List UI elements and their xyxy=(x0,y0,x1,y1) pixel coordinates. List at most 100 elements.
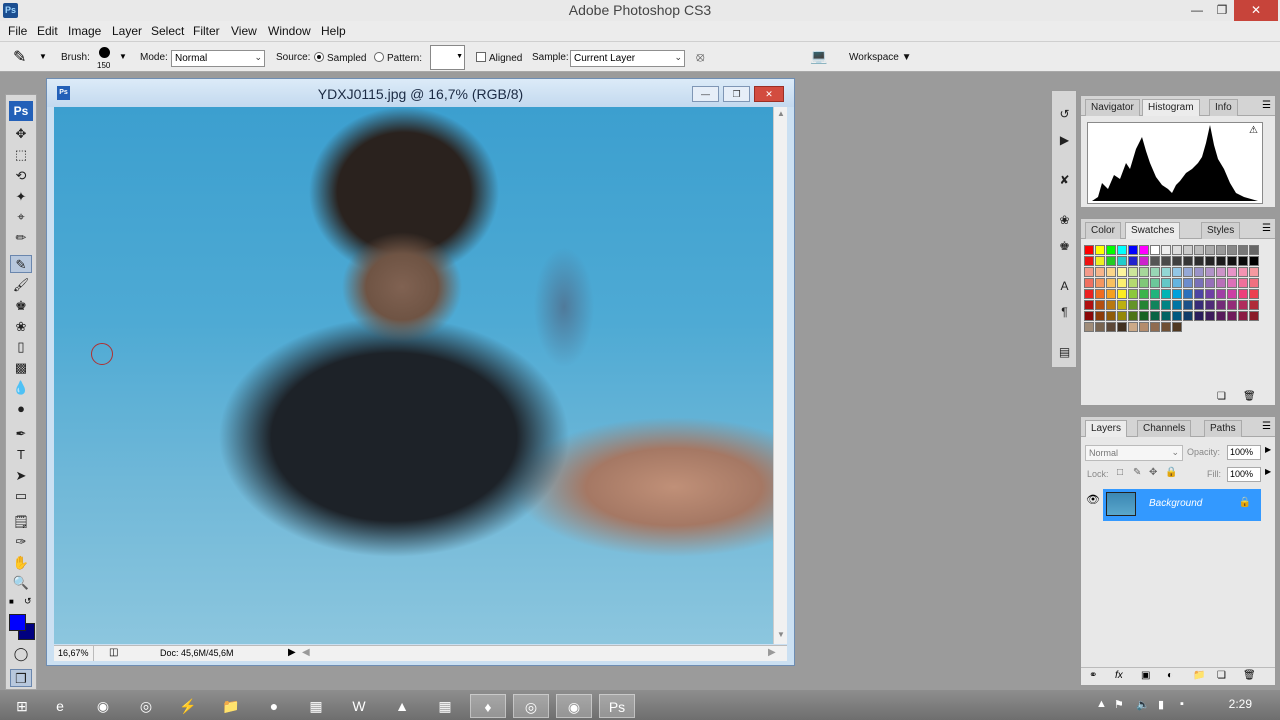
scroll-left-icon[interactable]: ◀ xyxy=(302,647,310,658)
color-swatch[interactable] xyxy=(1238,245,1248,255)
tab-color[interactable]: Color xyxy=(1085,222,1121,239)
healing-brush-tool-icon[interactable]: ✎ xyxy=(10,255,32,273)
tab-navigator[interactable]: Navigator xyxy=(1085,99,1140,116)
color-swatch[interactable] xyxy=(1117,245,1127,255)
zoom-field[interactable]: 16,67% xyxy=(54,646,94,661)
menu-filter[interactable]: Filter xyxy=(193,24,220,38)
color-swatch[interactable] xyxy=(1161,278,1171,288)
quick-mask-icon[interactable]: ◯ xyxy=(10,645,32,663)
crop-tool-icon[interactable]: ⌖ xyxy=(10,208,32,226)
notes-tool-icon[interactable]: 🗒 xyxy=(10,513,32,531)
layer-visibility-eye-icon[interactable]: 👁 xyxy=(1086,493,1100,506)
marquee-tool-icon[interactable]: ⬚ xyxy=(10,146,32,164)
color-swatch[interactable] xyxy=(1128,256,1138,266)
firefox-icon[interactable]: ◉ xyxy=(85,694,121,718)
close-button[interactable]: ✕ xyxy=(1234,0,1278,21)
workspace-button[interactable]: Workspace ▼ xyxy=(849,52,912,63)
color-swatch[interactable] xyxy=(1117,289,1127,299)
brush-tool-icon[interactable]: 🖌 xyxy=(10,276,32,294)
color-swatch[interactable] xyxy=(1150,289,1160,299)
color-swatch[interactable] xyxy=(1216,256,1226,266)
panel-menu-icon[interactable]: ☰ xyxy=(1262,421,1271,432)
color-swatch[interactable] xyxy=(1150,311,1160,321)
menu-edit[interactable]: Edit xyxy=(37,24,58,38)
color-swatch[interactable] xyxy=(1216,267,1226,277)
document-maximize-button[interactable]: ❐ xyxy=(723,86,750,102)
color-swatch[interactable] xyxy=(1084,245,1094,255)
internet-explorer-icon[interactable]: e xyxy=(42,694,78,718)
color-swatch[interactable] xyxy=(1205,245,1215,255)
color-swatch[interactable] xyxy=(1117,267,1127,277)
panel-menu-icon[interactable]: ☰ xyxy=(1262,223,1271,234)
healing-brush-preset-icon[interactable]: ✎ xyxy=(13,47,26,67)
taskbar-clock[interactable]: 2:29 xyxy=(1229,697,1252,711)
color-swatch[interactable] xyxy=(1249,289,1259,299)
color-swatch[interactable] xyxy=(1106,289,1116,299)
source-sampled-radio[interactable]: Sampled xyxy=(314,52,366,64)
color-swatch[interactable] xyxy=(1084,256,1094,266)
color-swatch[interactable] xyxy=(1095,322,1105,332)
scroll-down-icon[interactable]: ▼ xyxy=(777,630,785,639)
restore-button[interactable]: ❐ xyxy=(1207,0,1237,21)
color-swatch[interactable] xyxy=(1128,278,1138,288)
start-button-windows-icon[interactable]: ⊞ xyxy=(4,694,40,718)
zoom-tool-icon[interactable]: 🔍 xyxy=(10,574,32,592)
pattern-picker[interactable]: ▼ xyxy=(430,45,465,70)
color-swatch[interactable] xyxy=(1106,256,1116,266)
color-swatch[interactable] xyxy=(1238,267,1248,277)
preset-dropdown-arrow-icon[interactable]: ▼ xyxy=(39,52,47,61)
calculator-icon[interactable]: ▦ xyxy=(298,694,334,718)
color-swatch[interactable] xyxy=(1194,300,1204,310)
battery-icon[interactable]: ▮ xyxy=(1158,698,1164,711)
color-swatch[interactable] xyxy=(1150,300,1160,310)
color-swatch[interactable] xyxy=(1095,245,1105,255)
color-swatch[interactable] xyxy=(1117,278,1127,288)
color-swatch[interactable] xyxy=(1084,278,1094,288)
color-swatch[interactable] xyxy=(1106,300,1116,310)
color-swatch[interactable] xyxy=(1095,256,1105,266)
tab-swatches[interactable]: Swatches xyxy=(1125,222,1181,239)
layer-comps-icon[interactable]: ▤ xyxy=(1055,343,1074,361)
color-swatch[interactable] xyxy=(1139,300,1149,310)
ignore-adjustment-layers-icon[interactable]: ⦻ xyxy=(696,49,705,65)
opacity-arrow-icon[interactable]: ▶ xyxy=(1265,445,1271,454)
paint-app-icon[interactable]: ◉ xyxy=(556,694,592,718)
eyedropper-tool-icon[interactable]: ✑ xyxy=(10,533,32,551)
color-swatch[interactable] xyxy=(1227,245,1237,255)
color-swatch[interactable] xyxy=(1183,289,1193,299)
document-minimize-button[interactable]: — xyxy=(692,86,719,102)
tray-expand-icon[interactable]: ▲ xyxy=(1096,698,1107,710)
color-swatch[interactable] xyxy=(1172,245,1182,255)
clone-stamp-tool-icon[interactable]: ♚ xyxy=(10,297,32,315)
screen-mode-icon[interactable]: ❐ xyxy=(10,669,32,687)
acrobat-icon[interactable]: ♦ xyxy=(470,694,506,718)
color-swatch[interactable] xyxy=(1216,311,1226,321)
vertical-scrollbar[interactable]: ▲ ▼ xyxy=(773,107,787,644)
tab-layers[interactable]: Layers xyxy=(1085,420,1128,437)
color-swatch[interactable] xyxy=(1194,245,1204,255)
color-swatch[interactable] xyxy=(1128,322,1138,332)
tab-paths[interactable]: Paths xyxy=(1204,420,1242,437)
dodge-tool-icon[interactable]: ● xyxy=(10,400,32,418)
hand-tool-icon[interactable]: ✋ xyxy=(10,554,32,572)
color-swatch[interactable] xyxy=(1172,289,1182,299)
color-swatch[interactable] xyxy=(1095,311,1105,321)
color-swatch[interactable] xyxy=(1205,311,1215,321)
color-swatch[interactable] xyxy=(1227,311,1237,321)
color-swatch[interactable] xyxy=(1172,267,1182,277)
new-swatch-icon[interactable]: ❏ xyxy=(1217,391,1226,402)
adjustment-layer-icon[interactable]: ◐ xyxy=(1167,670,1173,681)
line-messenger-icon[interactable]: ● xyxy=(256,694,292,718)
gradient-tool-icon[interactable]: ▩ xyxy=(10,359,32,377)
history-panel-icon[interactable]: ↺ xyxy=(1055,105,1074,123)
color-swatch[interactable] xyxy=(1205,289,1215,299)
color-swatch[interactable] xyxy=(1084,267,1094,277)
color-swatch[interactable] xyxy=(1194,311,1204,321)
color-swatch[interactable] xyxy=(1117,300,1127,310)
slice-tool-icon[interactable]: ✏ xyxy=(10,229,32,247)
menu-layer[interactable]: Layer xyxy=(112,24,142,38)
photoshop-taskbar-icon[interactable]: Ps xyxy=(599,694,635,718)
color-swatch[interactable] xyxy=(1238,256,1248,266)
type-tool-icon[interactable]: T xyxy=(10,446,32,464)
color-swatch[interactable] xyxy=(1161,245,1171,255)
